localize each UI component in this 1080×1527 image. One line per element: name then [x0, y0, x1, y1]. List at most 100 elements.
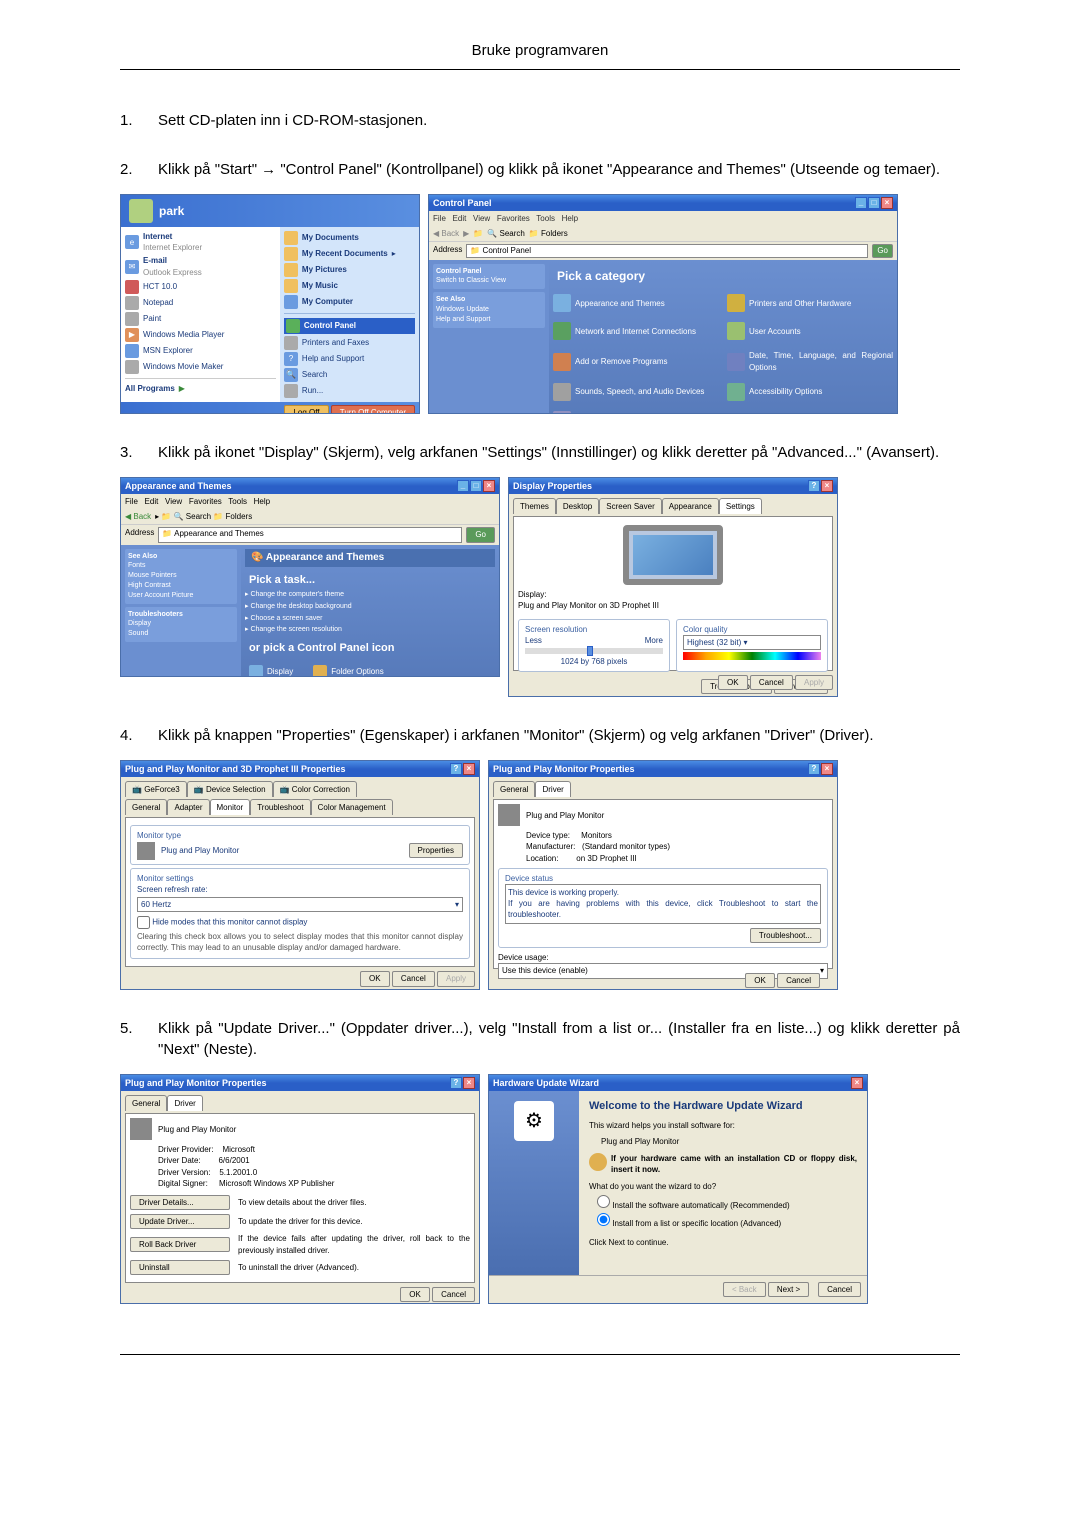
- start-item-mycomputer[interactable]: My Computer: [284, 295, 415, 309]
- apply-button[interactable]: Apply: [795, 675, 833, 690]
- search-button[interactable]: 🔍 Search: [487, 228, 525, 239]
- start-item-msn[interactable]: MSN Explorer: [125, 344, 276, 358]
- folder-options-link[interactable]: Folder Options: [313, 665, 383, 677]
- cancel-button[interactable]: Cancel: [432, 1287, 475, 1302]
- start-item-search[interactable]: 🔍Search: [284, 368, 415, 382]
- maximize-icon[interactable]: □: [470, 480, 482, 492]
- ok-button[interactable]: OK: [718, 675, 748, 690]
- cat-regional[interactable]: Date, Time, Language, and Regional Optio…: [727, 350, 893, 372]
- start-item-recent[interactable]: My Recent Documents ▸: [284, 247, 415, 261]
- cat-appearance-themes[interactable]: Appearance and Themes: [553, 294, 719, 312]
- start-item-help[interactable]: ?Help and Support: [284, 352, 415, 366]
- tab-color-correction[interactable]: 📺 Color Correction: [273, 781, 357, 797]
- next-button[interactable]: Next >: [768, 1282, 809, 1297]
- task-theme[interactable]: Change the computer's theme: [245, 590, 495, 600]
- start-item-printers[interactable]: Printers and Faxes: [284, 336, 415, 350]
- tab-troubleshoot[interactable]: Troubleshoot: [250, 799, 310, 815]
- color-quality-select[interactable]: Highest (32 bit) ▾: [683, 635, 821, 650]
- ok-button[interactable]: OK: [400, 1287, 430, 1302]
- back-button[interactable]: ◀ Back: [125, 511, 151, 522]
- close-icon[interactable]: ×: [821, 763, 833, 775]
- start-item-pics[interactable]: My Pictures: [284, 263, 415, 277]
- ok-button[interactable]: OK: [745, 973, 775, 988]
- tab-settings[interactable]: Settings: [719, 498, 762, 514]
- help-icon[interactable]: ?: [450, 1077, 462, 1089]
- close-icon[interactable]: ×: [463, 1077, 475, 1089]
- display-icon-link[interactable]: Display: [249, 665, 293, 677]
- help-support-link[interactable]: Help and Support: [436, 316, 490, 323]
- apply-button[interactable]: Apply: [437, 971, 475, 986]
- close-icon[interactable]: ×: [483, 480, 495, 492]
- windows-update-link[interactable]: Windows Update: [436, 306, 489, 313]
- up-button[interactable]: 📁: [473, 228, 483, 239]
- cat-addremove[interactable]: Add or Remove Programs: [553, 350, 719, 372]
- install-auto-radio[interactable]: [597, 1195, 610, 1208]
- close-icon[interactable]: ×: [851, 1077, 863, 1089]
- go-button[interactable]: Go: [466, 527, 495, 542]
- forward-button[interactable]: ▶: [463, 228, 469, 239]
- resolution-slider[interactable]: [525, 648, 663, 654]
- back-button[interactable]: ◀ Back: [433, 228, 459, 239]
- rollback-driver-button[interactable]: Roll Back Driver: [130, 1237, 230, 1252]
- driver-details-button[interactable]: Driver Details...: [130, 1195, 230, 1210]
- switch-classic-link[interactable]: Switch to Classic View: [436, 277, 506, 284]
- troubleshoot-button[interactable]: Troubleshoot...: [750, 928, 821, 943]
- cat-users[interactable]: User Accounts: [727, 322, 893, 340]
- start-item-music[interactable]: My Music: [284, 279, 415, 293]
- tab-appearance[interactable]: Appearance: [662, 498, 719, 514]
- close-icon[interactable]: ×: [881, 197, 893, 209]
- go-button[interactable]: Go: [872, 244, 893, 257]
- maximize-icon[interactable]: □: [868, 197, 880, 209]
- task-background[interactable]: Change the desktop background: [245, 602, 495, 612]
- minimize-icon[interactable]: _: [855, 197, 867, 209]
- help-icon[interactable]: ?: [808, 480, 820, 492]
- start-item-app1[interactable]: HCT 10.0: [125, 280, 276, 294]
- task-resolution[interactable]: Change the screen resolution: [245, 625, 495, 635]
- cat-printers[interactable]: Printers and Other Hardware: [727, 294, 893, 312]
- tab-monitor[interactable]: Monitor: [210, 799, 251, 815]
- address-input[interactable]: 📁 Appearance and Themes: [158, 527, 462, 542]
- cat-sounds[interactable]: Sounds, Speech, and Audio Devices: [553, 383, 719, 401]
- menubar[interactable]: File Edit View Favorites Tools Help: [429, 211, 897, 226]
- minimize-icon[interactable]: _: [457, 480, 469, 492]
- tab-general[interactable]: General: [493, 781, 535, 797]
- start-item-moviemaker[interactable]: Windows Movie Maker: [125, 360, 276, 374]
- ok-button[interactable]: OK: [360, 971, 390, 986]
- start-item-paint[interactable]: Paint: [125, 312, 276, 326]
- hide-modes-checkbox[interactable]: [137, 916, 150, 929]
- tab-color-mgmt[interactable]: Color Management: [311, 799, 393, 815]
- cancel-button[interactable]: Cancel: [818, 1282, 861, 1297]
- update-driver-button[interactable]: Update Driver...: [130, 1214, 230, 1229]
- start-item-all-programs[interactable]: All Programs ▶: [125, 383, 276, 394]
- cat-accessibility[interactable]: Accessibility Options: [727, 383, 893, 401]
- uninstall-button[interactable]: Uninstall: [130, 1260, 230, 1275]
- help-icon[interactable]: ?: [450, 763, 462, 775]
- properties-button[interactable]: Properties: [409, 843, 463, 858]
- cat-network[interactable]: Network and Internet Connections: [553, 322, 719, 340]
- tab-general[interactable]: General: [125, 799, 167, 815]
- help-icon[interactable]: ?: [808, 763, 820, 775]
- close-icon[interactable]: ×: [463, 763, 475, 775]
- logoff-button[interactable]: Log Off: [284, 405, 328, 414]
- address-input[interactable]: 📁 Control Panel: [466, 244, 868, 257]
- tab-geforce[interactable]: 📺 GeForce3: [125, 781, 187, 797]
- cancel-button[interactable]: Cancel: [392, 971, 435, 986]
- install-list-radio[interactable]: [597, 1213, 610, 1226]
- back-button[interactable]: < Back: [723, 1282, 766, 1297]
- folders-button[interactable]: 📁 Folders: [529, 228, 568, 239]
- tab-driver[interactable]: Driver: [535, 781, 570, 797]
- cat-performance[interactable]: Performance and Maintenance: [553, 411, 719, 414]
- cancel-button[interactable]: Cancel: [750, 675, 793, 690]
- cancel-button[interactable]: Cancel: [777, 973, 820, 988]
- turn-off-button[interactable]: Turn Off Computer: [331, 405, 415, 414]
- start-item-wmp[interactable]: ▶Windows Media Player: [125, 328, 276, 342]
- start-item-internet[interactable]: eInternetInternet Explorer: [125, 231, 276, 253]
- start-item-control-panel[interactable]: Control Panel: [284, 318, 415, 334]
- tab-adapter[interactable]: Adapter: [167, 799, 209, 815]
- tab-screensaver[interactable]: Screen Saver: [599, 498, 661, 514]
- start-item-email[interactable]: ✉E-mailOutlook Express: [125, 255, 276, 277]
- tab-device-selection[interactable]: 📺 Device Selection: [187, 781, 273, 797]
- tab-driver[interactable]: Driver: [167, 1095, 202, 1111]
- start-item-run[interactable]: Run...: [284, 384, 415, 398]
- tab-themes[interactable]: Themes: [513, 498, 556, 514]
